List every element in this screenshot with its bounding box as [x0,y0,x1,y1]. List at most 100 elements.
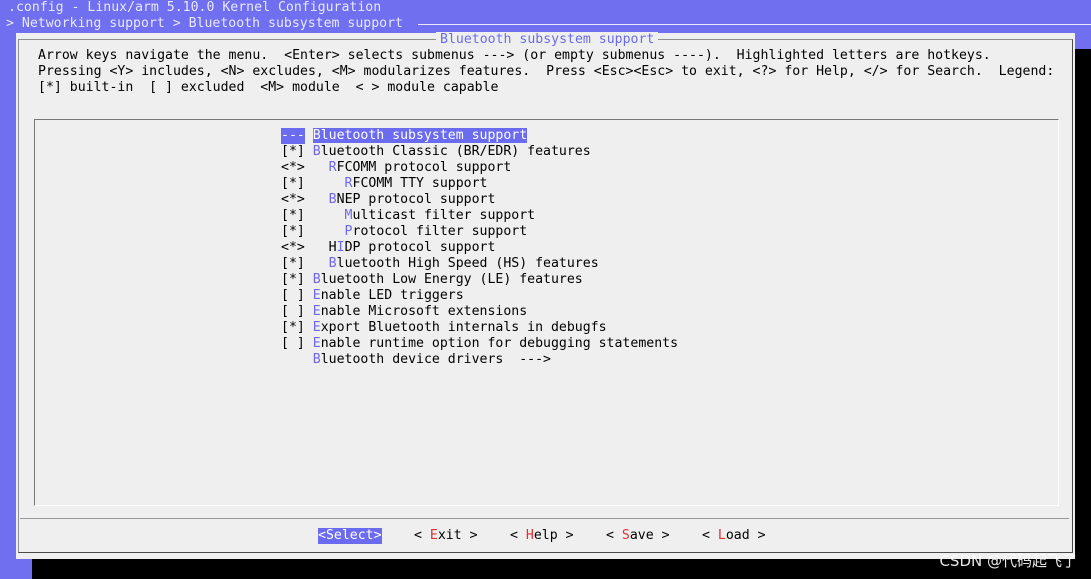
menu-item-hotkey: P [344,224,353,239]
exit-button[interactable]: < Exit > [414,528,478,544]
menu-item[interactable]: [*] Protocol filter support [281,224,678,240]
menu-item-text: nable runtime option for debugging state… [320,336,679,351]
menu-item[interactable]: [*] RFCOMM TTY support [281,176,678,192]
menu-item-hotkey: E [312,320,321,335]
menu-item[interactable]: [*] Bluetooth Classic (BR/EDR) features [281,144,678,160]
help-line-3: [*] built-in [ ] excluded <M> module < >… [38,80,499,95]
header-rule [418,24,1091,25]
menu-item-gap [305,272,313,287]
menu-item-hotkey: B [312,272,321,287]
menu-item-gap [305,288,313,303]
menu-item-label: RFCOMM TTY support [313,176,488,191]
load-button-pre: < [702,528,718,543]
menu-item-label: Multicast filter support [313,208,536,223]
help-line-1: Arrow keys navigate the menu. <Enter> se… [38,48,991,63]
menu-list: --- Bluetooth subsystem support [*] Bluet… [281,128,678,368]
menu-item-hotkey: M [344,208,353,223]
menu-item-state: --- [281,128,305,144]
menu-item-indent [313,208,345,223]
watermark: CSDN @代码起飞了 [939,552,1077,570]
menu-item-gap [305,192,313,207]
menu-item-state: [ ] [281,288,305,303]
menu-item-text: DP protocol support [344,240,496,255]
menu-item-text: rotocol filter support [352,224,528,239]
load-button[interactable]: < Load > [702,528,766,544]
menu-item-state: [*] [281,224,305,239]
menu-list-box: --- Bluetooth subsystem support [*] Bluet… [34,119,1059,506]
select-hotkey: S [325,528,334,543]
menu-item-state [281,352,305,368]
menu-item-text: ulticast filter support [352,208,536,223]
menu-item-state: [*] [281,208,305,223]
menu-item[interactable]: Bluetooth device drivers ---> [281,352,678,368]
menu-item-gap [305,352,313,367]
menu-item-text: luetooth device drivers ---> [320,352,551,367]
load-button-rest: oad > [725,528,766,543]
menu-item-state: [*] [281,320,305,335]
menu-item-label: Enable runtime option for debugging stat… [313,336,678,351]
help-button-rest: elp > [533,528,574,543]
save-hotkey: S [621,528,630,543]
menu-item-indent [313,256,329,271]
menu-item-hotkey: B [328,256,337,271]
menu-item-label: RFCOMM protocol support [313,160,512,175]
menu-item-gap [305,128,313,143]
menu-item-gap [305,336,313,351]
save-button-pre: < [606,528,622,543]
menu-item-text: FCOMM protocol support [336,160,512,175]
menu-item-hotkey: B [328,192,337,207]
menu-item[interactable]: [ ] Enable LED triggers [281,288,678,304]
help-button[interactable]: < Help > [510,528,574,544]
menu-item[interactable]: <*> RFCOMM protocol support [281,160,678,176]
menu-item-hotkey: E [312,304,321,319]
menu-item-label: Bluetooth device drivers ---> [313,352,551,367]
menu-item-label: Enable Microsoft extensions [313,304,527,319]
menu-item-label: BNEP protocol support [313,192,496,207]
menu-item[interactable]: [ ] Enable runtime option for debugging … [281,336,678,352]
dialog-title: Bluetooth subsystem support [436,32,659,48]
menu-item-hotkey: E [312,336,321,351]
menu-item-text: NEP protocol support [336,192,496,207]
menu-item-text: luetooth High Speed (HS) features [336,256,599,271]
select-button-rest: elect> [333,528,382,543]
menu-item-state: [ ] [281,304,305,319]
menu-item[interactable]: <*> BNEP protocol support [281,192,678,208]
menu-item-state: [*] [281,144,305,159]
menu-item-text: nable Microsoft extensions [320,304,528,319]
menu-item-prefix: H [328,240,337,255]
help-line-2: Pressing <Y> includes, <N> excludes, <M>… [38,64,1055,79]
help-button-pre: < [510,528,526,543]
load-hotkey: L [717,528,726,543]
menu-item[interactable]: [ ] Enable Microsoft extensions [281,304,678,320]
menu-item[interactable]: [*] Bluetooth High Speed (HS) features [281,256,678,272]
menu-item-hotkey: R [344,176,353,191]
exit-hotkey: E [429,528,438,543]
menu-item-gap [305,176,313,191]
menu-item[interactable]: [*] Bluetooth Low Energy (LE) features [281,272,678,288]
menu-item-indent [313,240,329,255]
select-button[interactable]: <Select> [318,528,382,544]
menu-item-label: Protocol filter support [313,224,528,239]
menu-item-gap [305,240,313,255]
menu-item-state: [*] [281,272,305,287]
menu-item[interactable]: [*] Export Bluetooth internals in debugf… [281,320,678,336]
menu-dialog: Bluetooth subsystem support Arrow keys n… [16,32,1075,559]
menu-item[interactable]: [*] Multicast filter support [281,208,678,224]
menu-item[interactable]: --- Bluetooth subsystem support [281,128,678,144]
menu-item-state: [ ] [281,336,305,351]
menu-item-gap [305,304,313,319]
menu-item-indent [313,192,329,207]
menu-item-text: xport Bluetooth internals in debugfs [320,320,607,335]
menu-item-label: HIDP protocol support [313,240,496,255]
menu-item-hotkey: E [312,288,321,303]
menu-item-indent [313,160,329,175]
menu-item-state: <*> [281,192,305,207]
menu-item-text: luetooth Low Energy (LE) features [320,272,583,287]
menu-item[interactable]: <*> HIDP protocol support [281,240,678,256]
menu-item-indent [313,224,345,239]
save-button[interactable]: < Save > [606,528,670,544]
menu-item-gap [305,208,313,223]
menu-item-hotkey: B [312,144,321,159]
breadcrumb: > Networking support > Bluetooth subsyst… [6,16,403,31]
menu-item-hotkey: B [312,352,321,367]
